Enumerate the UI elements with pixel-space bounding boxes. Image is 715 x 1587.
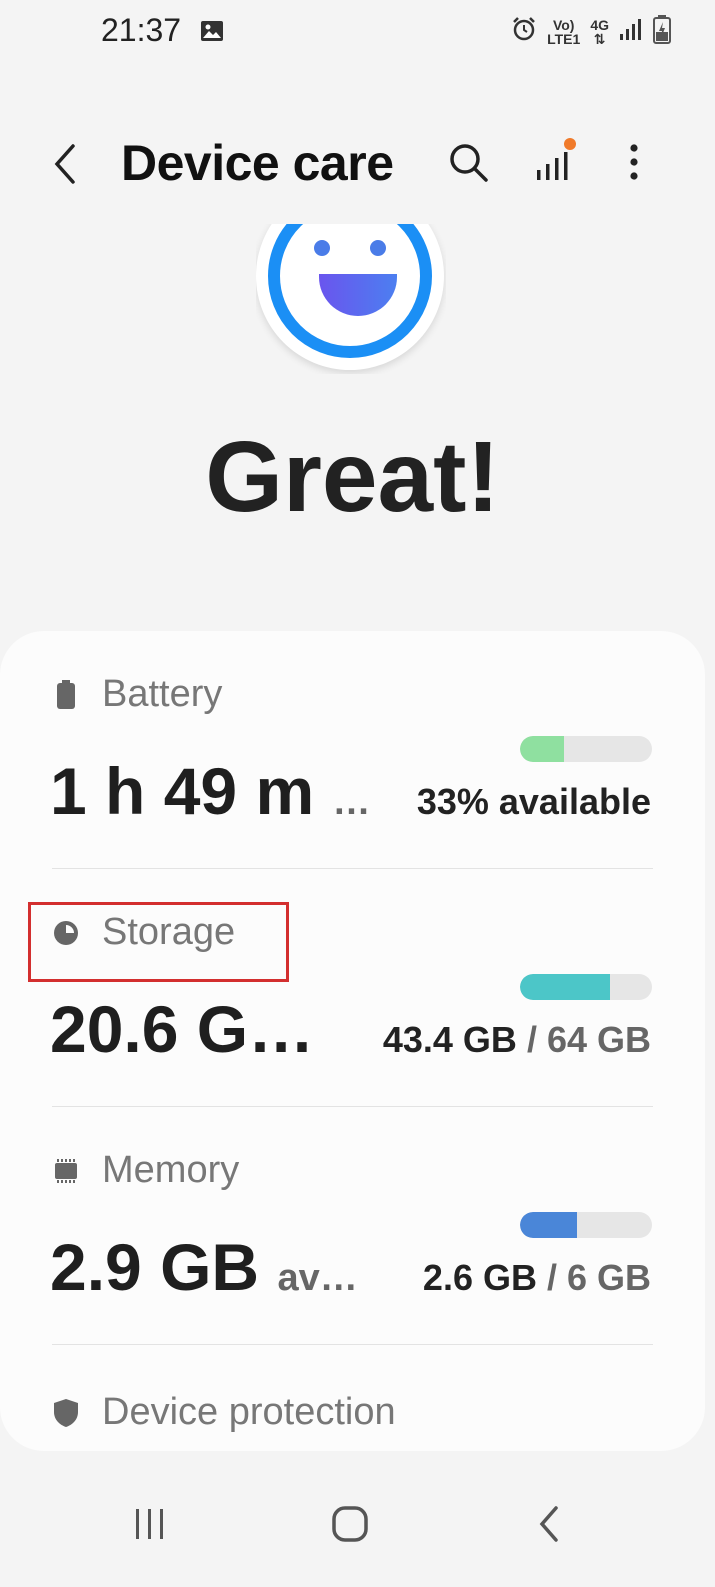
image-notification-icon <box>200 20 224 47</box>
device-care-card: Battery 1 h 49 m … 33% available Storage… <box>0 631 705 1451</box>
network-type-indicator: 4G ⇅ <box>590 18 609 46</box>
battery-label: Battery <box>102 673 223 715</box>
memory-available-text: 2.9 GB <box>50 1230 260 1304</box>
battery-charging-icon <box>653 14 671 49</box>
device-protection-label: Device protection <box>102 1391 396 1433</box>
eye-left <box>314 240 330 256</box>
recent-apps-icon <box>136 1509 163 1539</box>
memory-section[interactable]: Memory 2.9 GB av… 2.6 GB / 6 GB <box>0 1107 705 1345</box>
memory-usage-text: 2.6 GB / 6 GB <box>423 1257 651 1299</box>
home-button[interactable] <box>320 1494 380 1554</box>
shield-icon <box>52 1398 80 1427</box>
eye-right <box>370 240 386 256</box>
storage-highlight-box <box>28 902 289 982</box>
battery-level-bar <box>520 736 652 762</box>
memory-used: 2.6 GB <box>422 1257 537 1298</box>
memory-available-value: 2.9 GB av… <box>50 1229 358 1305</box>
notification-dot <box>564 138 576 150</box>
storage-usage-fill <box>520 974 610 1000</box>
more-vertical-icon <box>630 144 638 180</box>
back-nav-icon <box>539 1506 558 1542</box>
storage-usage-text: 43.4 GB / 64 GB <box>383 1019 651 1061</box>
device-protection-section[interactable]: Device protection <box>0 1345 705 1451</box>
back-button[interactable] <box>40 136 90 192</box>
usage-stats-button[interactable] <box>528 132 584 192</box>
search-icon <box>450 144 488 182</box>
data-arrows-icon: ⇅ <box>593 30 606 47</box>
battery-time-suffix: … <box>332 781 371 823</box>
search-button[interactable] <box>440 134 496 190</box>
navigation-bar <box>0 1468 715 1587</box>
storage-free-text: 20.6 G… <box>50 992 315 1066</box>
signal-icon <box>619 17 643 46</box>
memory-usage-fill <box>520 1212 577 1238</box>
status-time: 21:37 <box>101 12 182 48</box>
battery-time-value: 1 h 49 m … <box>50 753 370 829</box>
memory-chip-icon <box>52 1157 80 1185</box>
volte-indicator: Vo) LTE1 <box>547 18 580 46</box>
storage-used: 43.4 GB <box>382 1019 517 1060</box>
memory-total: / 6 GB <box>536 1257 651 1298</box>
memory-usage-bar <box>520 1212 652 1238</box>
memory-label: Memory <box>102 1149 240 1191</box>
volte-label: Vo) <box>552 16 575 33</box>
smiley-face-icon <box>256 224 446 374</box>
battery-available-text: 33% available <box>416 781 651 822</box>
battery-section[interactable]: Battery 1 h 49 m … 33% available <box>0 631 705 869</box>
battery-time-text: 1 h 49 m <box>50 754 315 828</box>
bar-chart-icon <box>537 138 576 180</box>
chevron-left-icon <box>54 144 75 184</box>
app-bar: Device care <box>0 118 715 210</box>
device-status-heading: Great! <box>205 421 500 533</box>
battery-level-fill <box>520 736 564 762</box>
page-title: Device care <box>121 135 394 191</box>
alarm-icon <box>511 16 537 47</box>
storage-usage-bar <box>520 974 652 1000</box>
mouth <box>319 274 397 316</box>
storage-free-value: 20.6 G… <box>50 991 314 1067</box>
lte-label: LTE1 <box>547 30 581 47</box>
memory-available-suffix: av… <box>277 1257 358 1299</box>
battery-icon <box>52 679 80 709</box>
recent-apps-button[interactable] <box>120 1494 180 1554</box>
more-options-button[interactable] <box>612 134 656 190</box>
status-icons: Vo) LTE1 4G ⇅ <box>511 14 671 49</box>
network-label: 4G <box>590 16 609 33</box>
home-icon <box>332 1506 368 1542</box>
back-nav-button[interactable] <box>520 1494 580 1554</box>
status-bar: 21:37 Vo) LTE1 4G ⇅ <box>0 0 715 64</box>
storage-total: / 64 GB <box>516 1019 651 1060</box>
